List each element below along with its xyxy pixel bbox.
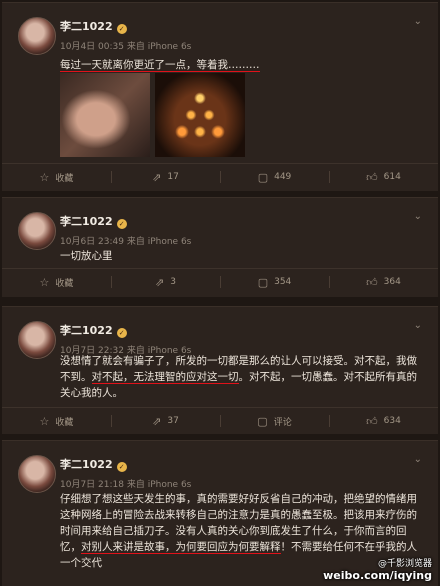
repost-button[interactable]: ⇗ 3 — [111, 269, 220, 295]
like-count: 634 — [383, 416, 401, 426]
verified-badge-icon: ✓ — [116, 219, 127, 229]
avatar[interactable] — [18, 212, 56, 250]
like-icon: 👍︎ — [366, 170, 378, 184]
watermark-handle: @千影浏览器 — [377, 559, 432, 569]
comment-count: 449 — [274, 172, 292, 182]
comment-icon: ▢ — [257, 414, 268, 428]
like-button[interactable]: 👍︎ 364 — [329, 269, 438, 295]
post-photo[interactable] — [60, 73, 150, 157]
chevron-down-icon[interactable]: ⌄ — [414, 320, 422, 331]
like-button[interactable]: 👍︎ 634 — [329, 408, 438, 434]
author-name[interactable]: 李二1022 — [60, 458, 113, 471]
post-text: 每过一天就离你更近了一点，等着我……… — [60, 57, 420, 73]
favorite-button[interactable]: ☆ 收藏 — [2, 164, 111, 190]
post-author[interactable]: 李二1022 ✓ — [60, 322, 127, 338]
author-name[interactable]: 李二1022 — [60, 324, 113, 337]
repost-icon: ⇗ — [152, 170, 162, 184]
comment-button[interactable]: ▢ 354 — [220, 269, 329, 295]
post-meta: 10月7日 21:18 来自 iPhone 6s — [60, 480, 192, 490]
favorite-label: 收藏 — [55, 173, 74, 184]
highlighted-text: 每过一天就离你更近了一点，等着我……… — [60, 59, 260, 72]
star-icon: ☆ — [39, 275, 50, 289]
avatar[interactable] — [18, 455, 56, 493]
verified-badge-icon: ✓ — [116, 24, 127, 34]
author-name[interactable]: 李二1022 — [60, 215, 113, 228]
post-text: 没想情了就会有骗子了，所发的一切都是那么的让人可以接受。对不起，我做不到。对不起… — [60, 353, 420, 401]
comment-icon: ▢ — [257, 170, 269, 184]
comment-icon: ▢ — [257, 275, 269, 289]
post-photo[interactable] — [155, 73, 245, 157]
chevron-down-icon[interactable]: ⌄ — [414, 211, 422, 222]
verified-badge-icon: ✓ — [116, 328, 127, 338]
comment-button[interactable]: ▢ 449 — [220, 164, 329, 190]
star-icon: ☆ — [39, 170, 50, 184]
like-count: 364 — [383, 277, 401, 287]
chevron-down-icon[interactable]: ⌄ — [414, 454, 422, 465]
avatar[interactable] — [18, 321, 56, 359]
post-meta: 10月6日 23:49 来自 iPhone 6s — [60, 237, 192, 247]
post-card: 李二1022 ✓ 10月7日 22:32 来自 iPhone 6s ⌄ 没想情了就… — [2, 306, 438, 434]
post-author[interactable]: 李二1022 ✓ — [60, 456, 127, 472]
repost-button[interactable]: ⇗ 17 — [111, 164, 220, 190]
repost-count: 17 — [167, 172, 179, 182]
action-bar: ☆ 收藏 ⇗ 37 ▢ 评论 👍︎ 634 — [2, 407, 438, 434]
highlighted-text: 对别人来讲是故事，为何要回应为何要解释 — [81, 541, 281, 554]
action-bar: ☆ 收藏 ⇗ 3 ▢ 354 👍︎ 364 — [2, 268, 438, 295]
repost-count: 37 — [167, 416, 179, 426]
author-name[interactable]: 李二1022 — [60, 20, 113, 33]
watermark: @千影浏览器 weibo.com/iqying — [323, 556, 432, 582]
like-icon: 👍︎ — [366, 275, 378, 289]
favorite-label: 收藏 — [55, 278, 74, 289]
favorite-button[interactable]: ☆ 收藏 — [2, 269, 111, 295]
favorite-label: 收藏 — [55, 417, 74, 428]
like-count: 614 — [383, 172, 401, 182]
repost-count: 3 — [170, 277, 176, 287]
comment-button[interactable]: ▢ 评论 — [220, 408, 329, 434]
post-author[interactable]: 李二1022 ✓ — [60, 18, 127, 34]
post-card: 李二1022 ✓ 10月4日 00:35 来自 iPhone 6s ⌄ 每过一天就… — [2, 2, 438, 191]
avatar[interactable] — [18, 17, 56, 55]
like-button[interactable]: 👍︎ 614 — [329, 164, 438, 190]
highlighted-text: 对不起，无法理智的应对这一切 — [91, 371, 239, 384]
action-bar: ☆ 收藏 ⇗ 17 ▢ 449 👍︎ 614 — [2, 163, 438, 190]
post-meta: 10月4日 00:35 来自 iPhone 6s — [60, 42, 192, 52]
post-card: 李二1022 ✓ 10月6日 23:49 来自 iPhone 6s ⌄ 一切放心里… — [2, 197, 438, 297]
favorite-button[interactable]: ☆ 收藏 — [2, 408, 111, 434]
repost-icon: ⇗ — [152, 414, 162, 428]
repost-button[interactable]: ⇗ 37 — [111, 408, 220, 434]
comment-count: 354 — [274, 277, 292, 287]
watermark-url: weibo.com/iqying — [323, 569, 432, 582]
like-icon: 👍︎ — [366, 414, 378, 428]
post-text: 一切放心里 — [60, 250, 113, 262]
verified-badge-icon: ✓ — [116, 462, 127, 472]
star-icon: ☆ — [39, 414, 50, 428]
chevron-down-icon[interactable]: ⌄ — [414, 16, 422, 27]
comment-label: 评论 — [273, 417, 292, 428]
post-author[interactable]: 李二1022 ✓ — [60, 213, 127, 229]
repost-icon: ⇗ — [155, 275, 165, 289]
